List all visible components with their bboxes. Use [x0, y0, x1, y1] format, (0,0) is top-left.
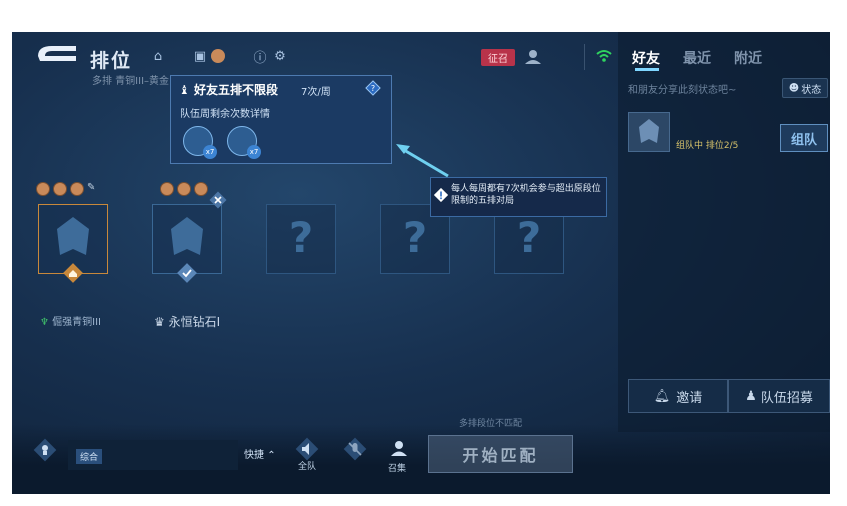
- slot2-rank: ♛ 永恒钻石I: [154, 313, 220, 330]
- svg-text:?: ?: [371, 84, 375, 93]
- tab-friends[interactable]: 好友: [632, 48, 660, 68]
- token-count: x7: [203, 145, 217, 159]
- diamond-rank-icon: ♛: [154, 315, 165, 329]
- quick-chat-label: 快捷: [244, 450, 264, 461]
- brush-icon: ✎: [87, 182, 96, 193]
- header-divider: [584, 44, 585, 70]
- status-button-label: 状态: [801, 84, 822, 96]
- team-slot-3[interactable]: ?: [266, 204, 336, 274]
- slot2-heroes: [160, 182, 208, 196]
- active-tab-indicator: [635, 68, 659, 71]
- hero-head: [177, 182, 191, 196]
- start-match-button[interactable]: 开始匹配: [428, 435, 573, 473]
- team-recruit-label: 队伍招募: [760, 390, 813, 406]
- smile-icon: ☻: [788, 82, 800, 94]
- popup-weekly-limit: 7次/周: [301, 87, 331, 98]
- back-arrow-icon[interactable]: [32, 42, 80, 66]
- popup-title: ♝ 好友五排不限段: [179, 81, 278, 98]
- slot1-rank: ♆ 倔强青铜III: [40, 313, 101, 328]
- team-slot-1[interactable]: [38, 204, 108, 283]
- rank-board-icon[interactable]: ▣: [190, 46, 210, 66]
- slot1-heroes: ✎: [36, 182, 95, 196]
- hero-head: [70, 182, 84, 196]
- chat-channel-tag[interactable]: 综合: [76, 449, 103, 464]
- team-icon: ♝: [179, 83, 190, 97]
- empty-slot-mark: ?: [288, 213, 314, 262]
- all-team-label: 全队: [298, 462, 317, 472]
- incognito-icon[interactable]: [522, 46, 544, 68]
- chat-input[interactable]: 综合: [68, 440, 238, 470]
- helmet-icon: [639, 119, 659, 143]
- team-recruit-button[interactable]: ♟ 队伍招募: [728, 379, 830, 413]
- hero-head: [194, 182, 208, 196]
- hero-head: [53, 182, 67, 196]
- leader-home-icon: [63, 263, 83, 283]
- bronze-rank-icon: ♆: [40, 317, 49, 328]
- page-title: 排位: [90, 50, 133, 72]
- bell-icon: 🔔︎: [653, 388, 671, 404]
- remaining-token-2: x7: [227, 126, 261, 159]
- popup-title-text: 好友五排不限段: [193, 83, 278, 97]
- rank-mismatch-note: 多排段位不匹配: [459, 419, 523, 429]
- hero-head: [36, 182, 50, 196]
- share-status-hint: 和朋友分享此刻状态吧~: [628, 85, 737, 96]
- team-up-button[interactable]: 组队: [780, 124, 828, 152]
- slot2-rank-label: 永恒钻石I: [168, 315, 221, 329]
- popup-subtitle: 队伍周剩余次数详情: [180, 109, 270, 120]
- remove-icon[interactable]: [209, 191, 227, 209]
- friend-status: 组队中 排位2/5: [676, 141, 739, 151]
- pointer-arrow-icon: [396, 144, 449, 178]
- recruit-icon: ♟: [745, 388, 757, 404]
- remaining-token-1: x7: [183, 126, 217, 159]
- friend-avatar[interactable]: [628, 112, 670, 152]
- chevron-up-icon: ⌃: [267, 450, 276, 461]
- empty-slot-mark: ?: [402, 213, 428, 262]
- hero-head: [160, 182, 174, 196]
- mic-muted-icon[interactable]: [342, 436, 368, 462]
- hint-text: 每人每周都有7次机会参与超出原段位限制的五排对局: [451, 184, 601, 206]
- ready-check-icon: [177, 263, 197, 283]
- tab-nearby[interactable]: 附近: [734, 48, 762, 68]
- home-icon[interactable]: ⌂: [148, 46, 168, 66]
- status-button[interactable]: ☻ 状态: [782, 78, 828, 98]
- settings-icon[interactable]: ⚙: [270, 46, 290, 66]
- info-icon[interactable]: ⓘ: [250, 46, 270, 66]
- summon-label: 召集: [388, 464, 407, 474]
- slot1-rank-label: 倔强青铜III: [52, 317, 102, 328]
- help-diamond-icon[interactable]: ?: [365, 80, 381, 96]
- game-screen: 排位 多排 青铜III–黄金 ⌂ ▣ ⓘ ⚙ 征召 好友 最近 附近 和朋友分享…: [12, 32, 830, 494]
- hero-avatar-icon[interactable]: [208, 46, 228, 66]
- token-count: x7: [247, 145, 261, 159]
- quick-chat-button[interactable]: 快捷 ⌃: [244, 446, 276, 461]
- challenge-badge[interactable]: 征召: [481, 49, 515, 66]
- invite-button-label: 邀请: [676, 390, 703, 406]
- rule-hint-box: 每人每周都有7次机会参与超出原段位限制的五排对局: [430, 177, 607, 217]
- team-slot-2[interactable]: [152, 191, 227, 283]
- wifi-icon: [596, 50, 612, 62]
- summon-icon[interactable]: [386, 436, 412, 462]
- empty-slot-mark: ?: [516, 213, 542, 262]
- tab-recent[interactable]: 最近: [683, 48, 711, 68]
- rank-range-subtitle: 多排 青铜III–黄金: [92, 76, 170, 87]
- voice-settings-icon[interactable]: [32, 437, 58, 463]
- five-stack-info-popup: ♝ 好友五排不限段 7次/周 ? 队伍周剩余次数详情 x7 x7: [170, 75, 392, 164]
- invite-button[interactable]: 🔔︎ 邀请: [628, 379, 728, 413]
- info-diamond-icon: [434, 188, 448, 202]
